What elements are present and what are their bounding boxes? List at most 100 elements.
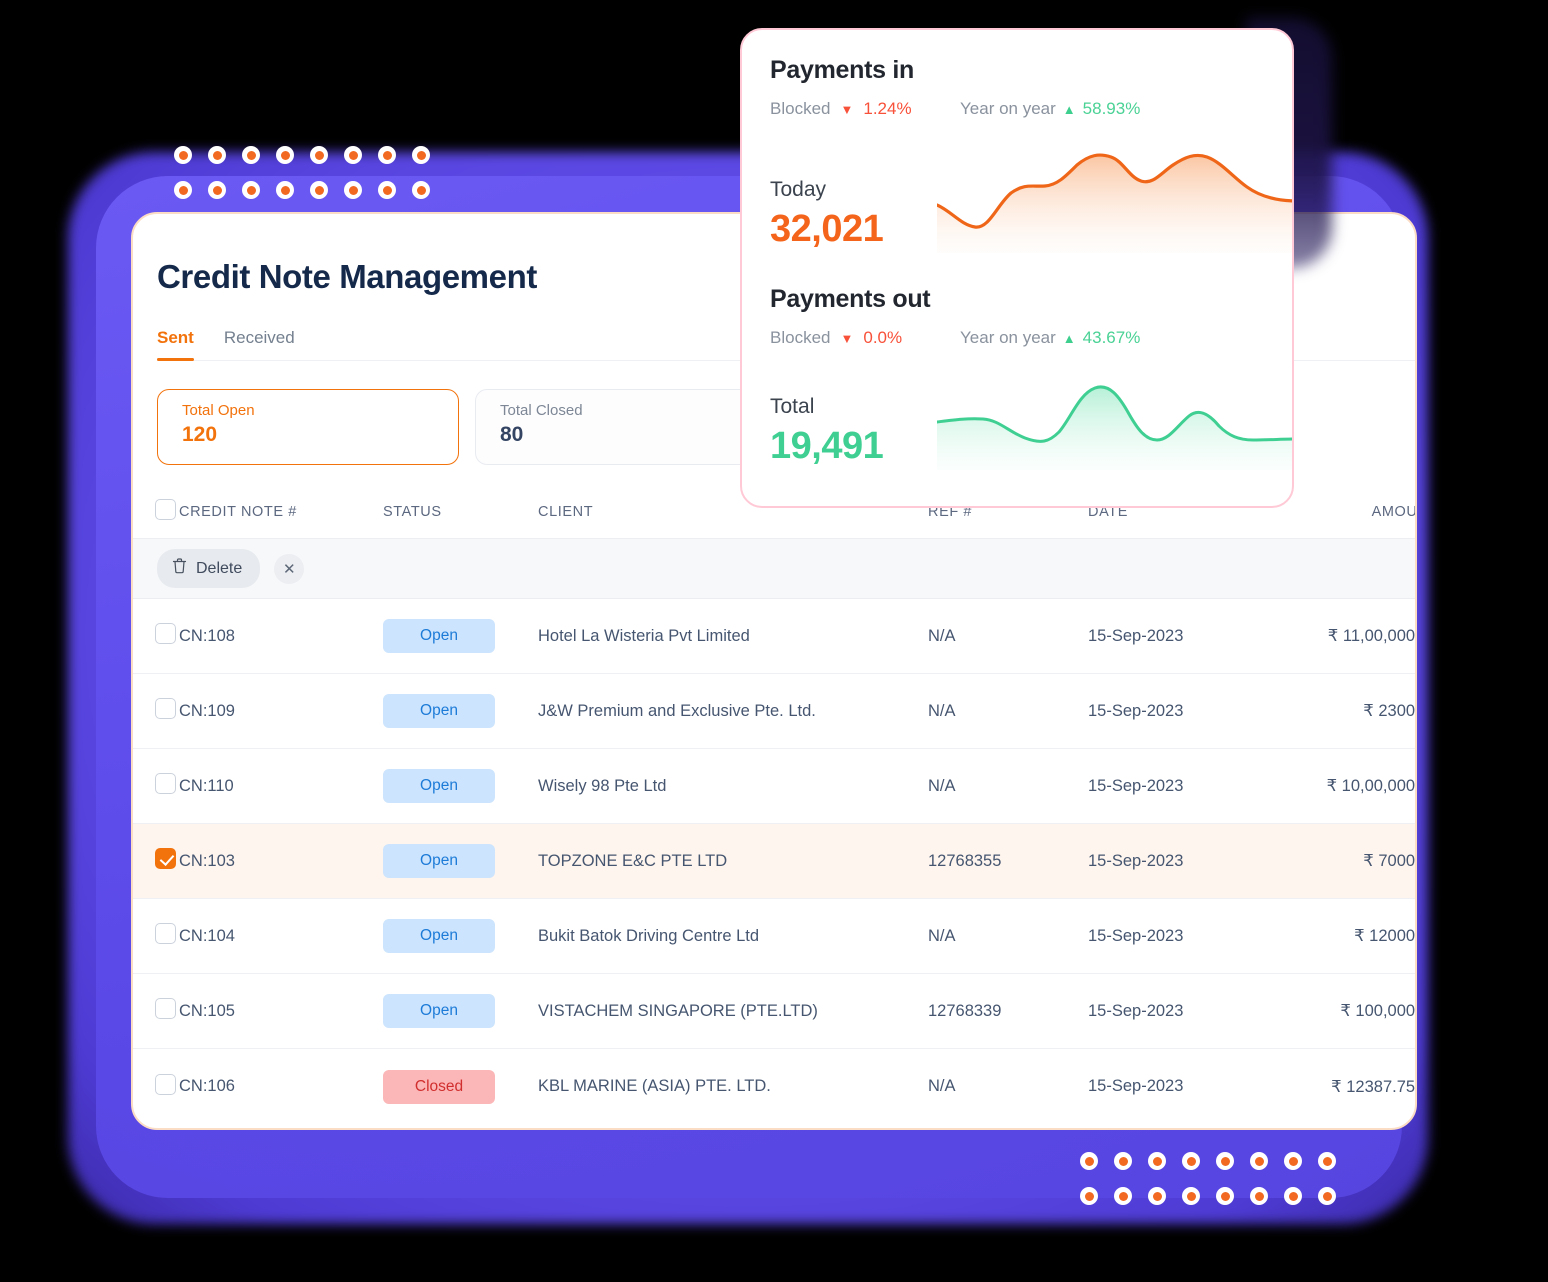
row-checkbox[interactable] (155, 1073, 176, 1095)
payments-out-figures: Total 19,491 (742, 395, 910, 468)
column-header-amount: AMOUNT (1371, 503, 1417, 520)
dot (378, 146, 396, 164)
yoy-value: 58.93% (1082, 99, 1141, 118)
payments-out-figure-label: Total (770, 395, 815, 418)
blocked-value: 1.24% (863, 99, 912, 118)
payments-in-chart (937, 143, 1292, 253)
dot (1182, 1187, 1200, 1205)
cell-client: KBL MARINE (ASIA) PTE. LTD. (538, 1077, 771, 1095)
dot (310, 181, 328, 199)
row-select-cell (133, 848, 179, 874)
tab-received[interactable]: Received (224, 328, 295, 360)
cell-amount: ₹ 100,000.00 (1340, 1002, 1416, 1020)
dot (1148, 1152, 1166, 1170)
cell-ref: 12768355 (928, 851, 1002, 870)
cell-ref: N/A (928, 776, 956, 795)
cell-date: 15-Sep-2023 (1088, 851, 1184, 870)
table-row[interactable]: CN:106 Closed KBL MARINE (ASIA) PTE. LTD. N… (133, 1049, 1415, 1124)
payments-out-chart (937, 374, 1292, 470)
select-all-checkbox[interactable] (155, 499, 176, 520)
payments-in-figure-value: 32,021 (770, 208, 884, 250)
cell-ref: 12768339 (928, 1001, 1002, 1020)
row-checkbox[interactable] (155, 923, 176, 944)
close-icon[interactable]: ✕ (274, 553, 305, 584)
dot (1284, 1187, 1302, 1205)
cell-credit-note: CN:109 (179, 701, 235, 720)
payments-out-figure-value: 19,491 (770, 425, 884, 467)
status-badge: Open (383, 919, 495, 953)
cell-status: Closed (383, 1069, 538, 1104)
bulk-action-toolbar: Delete ✕ (133, 539, 1415, 599)
cell-amount: ₹ 12000.00 (1354, 927, 1416, 945)
status-badge: Open (383, 619, 495, 653)
trash-icon (171, 557, 188, 580)
cell-date: 15-Sep-2023 (1088, 626, 1184, 645)
cell-amount: ₹ 10,00,000.00 (1326, 777, 1416, 795)
triangle-down-icon: ▼ (840, 330, 854, 346)
row-checkbox[interactable] (155, 698, 176, 719)
cell-status: Open (383, 919, 538, 953)
row-select-cell (133, 623, 179, 649)
dot (1318, 1152, 1336, 1170)
stat-label: Total Closed (500, 402, 583, 419)
dot (174, 146, 192, 164)
payments-out-blocked: Blocked ▼ 0.0% (770, 328, 960, 348)
dot (276, 181, 294, 199)
stat-value: 80 (500, 423, 524, 446)
cell-date: 15-Sep-2023 (1088, 926, 1184, 945)
payments-out-body: Total 19,491 (742, 372, 1292, 470)
blocked-label: Blocked (770, 99, 831, 118)
stat-card-total-open[interactable]: Total Open 120 (157, 389, 459, 465)
delete-button[interactable]: Delete (157, 549, 261, 588)
table-row[interactable]: CN:110 Open Wisely 98 Pte Ltd N/A 15-Sep-202… (133, 749, 1415, 824)
dot (242, 181, 260, 199)
cell-amount: ₹ 12387.75.00 (1331, 1077, 1416, 1096)
cell-credit-note: CN:104 (179, 926, 235, 945)
payments-in-body: Today 32,021 (742, 141, 1292, 253)
payments-in-yoy: Year on year ▲ 58.93% (960, 99, 1140, 119)
table-row[interactable]: CN:105 Open VISTACHEM SINGAPORE (PTE.LTD) 1… (133, 974, 1415, 1049)
column-header-credit-note: CREDIT NOTE # (179, 503, 297, 520)
dot (1250, 1152, 1268, 1170)
cell-amount: ₹ 2300.00 (1363, 702, 1416, 720)
yoy-label: Year on year (960, 99, 1056, 118)
stat-card-total-closed[interactable]: Total Closed 80 (475, 389, 777, 465)
row-select-cell (133, 923, 179, 949)
cell-credit-note: CN:106 (179, 1077, 235, 1095)
delete-button-label: Delete (196, 559, 243, 577)
table-body: CN:108 Open Hotel La Wisteria Pvt Limited N… (133, 599, 1415, 1124)
cell-date: 15-Sep-2023 (1088, 776, 1184, 795)
status-badge: Open (383, 844, 495, 878)
table-row[interactable]: CN:104 Open Bukit Batok Driving Centre Ltd… (133, 899, 1415, 974)
payments-out-yoy: Year on year ▲ 43.67% (960, 328, 1140, 348)
cell-client: J&W Premium and Exclusive Pte. Ltd. (538, 701, 816, 720)
table-row[interactable]: CN:103 Open TOPZONE E&C PTE LTD 12768355 15-… (133, 824, 1415, 899)
cell-credit-note: CN:103 (179, 851, 235, 870)
tab-sent[interactable]: Sent (157, 328, 194, 361)
row-select-cell (133, 773, 179, 799)
yoy-label: Year on year (960, 328, 1056, 347)
table-row[interactable]: CN:108 Open Hotel La Wisteria Pvt Limited N… (133, 599, 1415, 674)
table-row[interactable]: CN:109 Open J&W Premium and Exclusive Pte.… (133, 674, 1415, 749)
stat-value: 120 (182, 423, 218, 446)
row-checkbox[interactable] (155, 998, 176, 1019)
status-badge: Open (383, 994, 495, 1028)
cell-status: Open (383, 994, 538, 1028)
payments-in-meta: Blocked ▼ 1.24% Year on year ▲ 58.93% (770, 99, 1264, 119)
cell-date: 15-Sep-2023 (1088, 1001, 1184, 1020)
column-header-status: STATUS (383, 503, 442, 520)
status-badge: Open (383, 769, 495, 803)
yoy-value: 43.67% (1082, 328, 1141, 347)
status-badge: Open (383, 694, 495, 728)
dot (208, 146, 226, 164)
row-checkbox[interactable] (155, 773, 176, 794)
dot (276, 146, 294, 164)
decorative-dots-bottom (1080, 1152, 1352, 1222)
cell-date: 15-Sep-2023 (1088, 701, 1184, 720)
cell-status: Open (383, 694, 538, 728)
dot (1216, 1152, 1234, 1170)
cell-credit-note: CN:110 (179, 776, 234, 795)
blocked-label: Blocked (770, 328, 831, 347)
row-checkbox[interactable] (155, 848, 176, 869)
row-checkbox[interactable] (155, 623, 176, 644)
